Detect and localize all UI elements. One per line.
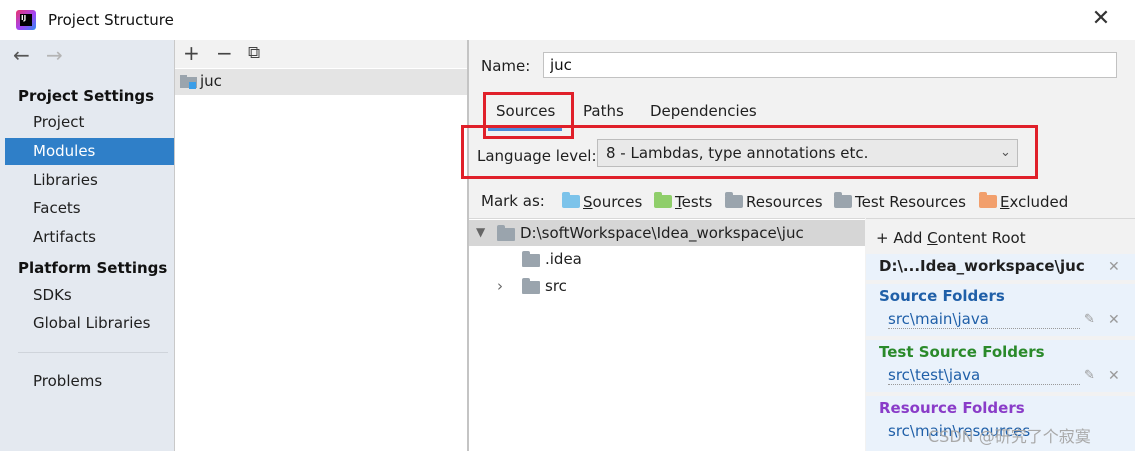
tree-root-path: D:\softWorkspace\Idea_workspace\juc [520,224,804,242]
platform-settings-heading: Platform Settings [18,259,168,277]
modules-panel: + − ⧉ juc [175,40,467,451]
close-icon[interactable]: ✕ [1090,8,1112,30]
remove-root-icon[interactable]: ✕ [1108,259,1120,275]
folder-icon [522,251,540,267]
window-title: Project Structure [48,11,174,29]
highlight-box-language-level [461,125,1038,179]
content-roots-pane: + Add Content Root D:\...Idea_workspace\… [866,218,1135,451]
source-folders-title: Source Folders [879,287,1005,305]
remove-folder-icon[interactable]: ✕ [1108,368,1120,384]
plus-icon: + [876,229,889,247]
sidebar-item-project[interactable]: Project [5,109,174,136]
test-source-folder-path: src\test\java [888,366,981,384]
sidebar-item-libraries[interactable]: Libraries [5,167,174,194]
csdn-watermark: CSDN @研究了个寂寞 [928,427,1091,446]
tree-item-label: .idea [545,250,582,268]
module-name-field[interactable] [543,52,1117,78]
forward-arrow-icon[interactable]: → [46,43,63,67]
sidebar-item-global-libraries[interactable]: Global Libraries [5,310,174,337]
resource-folders-title: Resource Folders [879,399,1025,417]
back-arrow-icon[interactable]: ← [13,43,30,67]
tree-root-row[interactable]: ▼ D:\softWorkspace\Idea_workspace\juc [469,220,865,246]
path-underline [888,328,1080,329]
edit-pencil-icon[interactable]: ✎ [1084,368,1095,383]
expanded-caret-icon[interactable]: ▼ [476,225,485,239]
collapsed-caret-icon[interactable]: › [497,277,503,295]
tests-folder-icon [654,192,672,208]
remove-folder-icon[interactable]: ✕ [1108,312,1120,328]
folder-icon [522,278,540,294]
settings-sidebar: ← → Project Settings Project Modules Lib… [0,40,174,451]
sources-folder-icon [562,192,580,208]
name-label: Name: [481,57,531,75]
sidebar-item-problems[interactable]: Problems [5,368,174,395]
title-bar: IJ Project Structure ✕ [0,0,1135,40]
tab-dependencies[interactable]: Dependencies [650,102,757,120]
content-root-header: D:\...Idea_workspace\juc ✕ [866,254,1135,280]
module-name: juc [200,72,222,90]
test-source-folders-title: Test Source Folders [879,343,1045,361]
edit-pencil-icon[interactable]: ✎ [1084,312,1095,327]
sidebar-item-facets[interactable]: Facets [5,195,174,222]
content-root-path: D:\...Idea_workspace\juc [879,257,1085,275]
module-row-juc[interactable]: juc [175,69,467,95]
project-settings-heading: Project Settings [18,87,155,105]
sidebar-item-artifacts[interactable]: Artifacts [5,224,174,251]
tree-row-src[interactable]: › src [469,274,865,300]
sidebar-item-modules[interactable]: Modules [5,138,174,165]
mark-as-label: Mark as: [481,192,545,210]
folder-icon [497,225,515,241]
add-content-root-button[interactable]: + Add Content Root [876,229,1026,247]
source-folder-path: src\main\java [888,310,989,328]
intellij-app-icon: IJ [16,10,36,30]
content-tree: ▼ D:\softWorkspace\Idea_workspace\juc .i… [469,218,865,451]
add-module-icon[interactable]: + [183,42,200,64]
tab-paths[interactable]: Paths [583,102,624,120]
sidebar-item-sdks[interactable]: SDKs [5,282,174,309]
sidebar-divider [18,352,168,353]
excluded-folder-icon [979,192,997,208]
tree-item-label: src [545,277,567,295]
source-folders-group: Source Folders src\main\java ✎ ✕ [866,284,1135,336]
tree-row-idea[interactable]: .idea [469,247,865,273]
copy-module-icon[interactable]: ⧉ [248,42,260,64]
modules-toolbar: + − ⧉ [175,40,467,68]
test-resources-folder-icon [834,192,852,208]
path-underline [888,384,1080,385]
test-source-folders-group: Test Source Folders src\test\java ✎ ✕ [866,340,1135,392]
resources-folder-icon [725,192,743,208]
remove-module-icon[interactable]: − [216,42,233,64]
module-folder-icon [180,75,197,89]
module-detail-panel: Name: Sources Paths Dependencies Languag… [461,40,1135,451]
